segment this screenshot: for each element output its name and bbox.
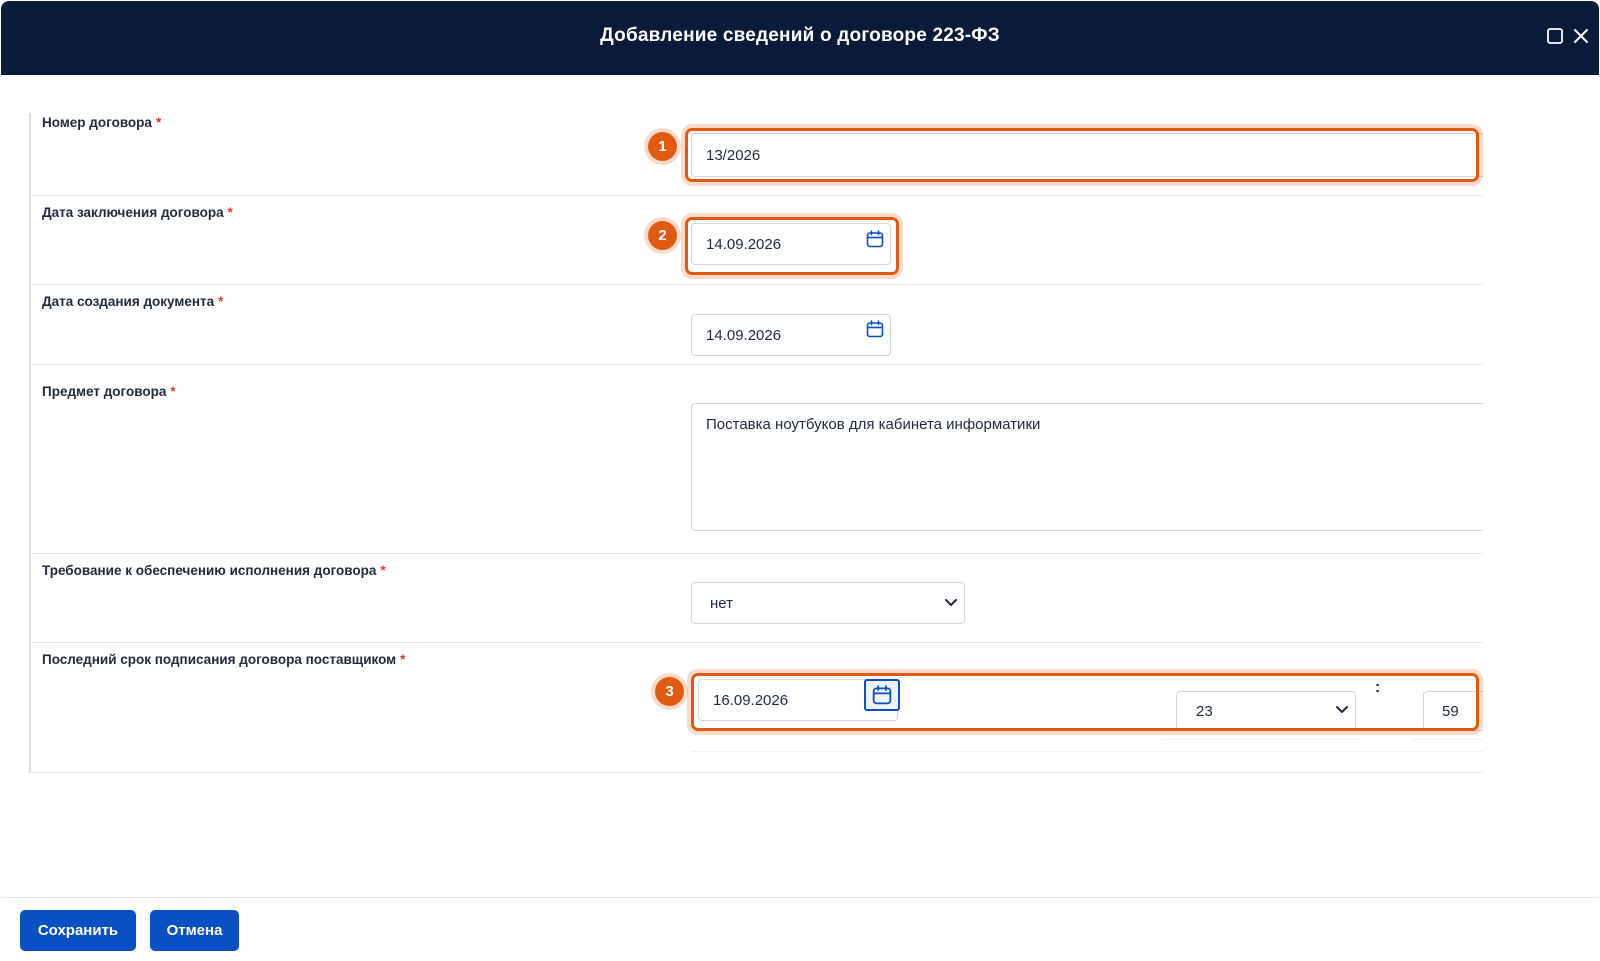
maximize-icon[interactable] [1546, 27, 1564, 45]
row-divider [31, 642, 1483, 643]
required-mark: * [227, 205, 233, 220]
row-divider [31, 284, 1483, 285]
required-mark: * [155, 115, 162, 130]
row-divider [31, 364, 1483, 365]
modal-dialog: Добавление сведений о договоре 223-ФЗ Но… [1, 1, 1599, 960]
highlight-frame-2 [685, 217, 899, 275]
chevron-down-icon [945, 599, 957, 606]
sub-divider [1161, 739, 1361, 740]
security-requirement-select[interactable]: нет [691, 582, 965, 624]
security-requirement-label: Требование к обеспечению исполнения дого… [42, 563, 386, 578]
sub-divider [1411, 739, 1483, 740]
required-mark: * [380, 563, 386, 578]
creation-date-label: Дата создания документа * [42, 294, 224, 309]
annotation-badge-2: 2 [648, 221, 677, 250]
highlight-frame-1 [685, 128, 1479, 182]
row-divider [31, 195, 1483, 196]
conclusion-date-label: Дата заключения договора * [42, 205, 233, 220]
close-icon[interactable] [1572, 27, 1590, 45]
sub-divider [691, 751, 1483, 752]
highlight-frame-3 [691, 673, 1479, 731]
contract-number-label: Номер договора * [42, 115, 162, 130]
footer-divider [1, 897, 1599, 898]
calendar-icon[interactable] [866, 320, 884, 338]
row-divider [31, 772, 1483, 773]
dialog-header: Добавление сведений о договоре 223-ФЗ [1, 1, 1599, 75]
save-button[interactable]: Сохранить [20, 910, 136, 951]
required-mark: * [170, 384, 176, 399]
cancel-button[interactable]: Отмена [150, 910, 239, 951]
signing-deadline-label: Последний срок подписания договора поста… [42, 652, 406, 667]
required-mark: * [400, 652, 406, 667]
subject-textarea[interactable]: Поставка ноутбуков для кабинета информат… [691, 403, 1483, 531]
required-mark: * [218, 294, 224, 309]
creation-date-input[interactable]: 14.09.2026 [691, 314, 891, 356]
subject-label: Предмет договора * [42, 384, 176, 399]
dialog-title: Добавление сведений о договоре 223-ФЗ [600, 25, 1000, 46]
annotation-badge-1: 1 [648, 132, 677, 161]
annotation-badge-3: 3 [655, 677, 684, 706]
row-divider [31, 553, 1483, 554]
